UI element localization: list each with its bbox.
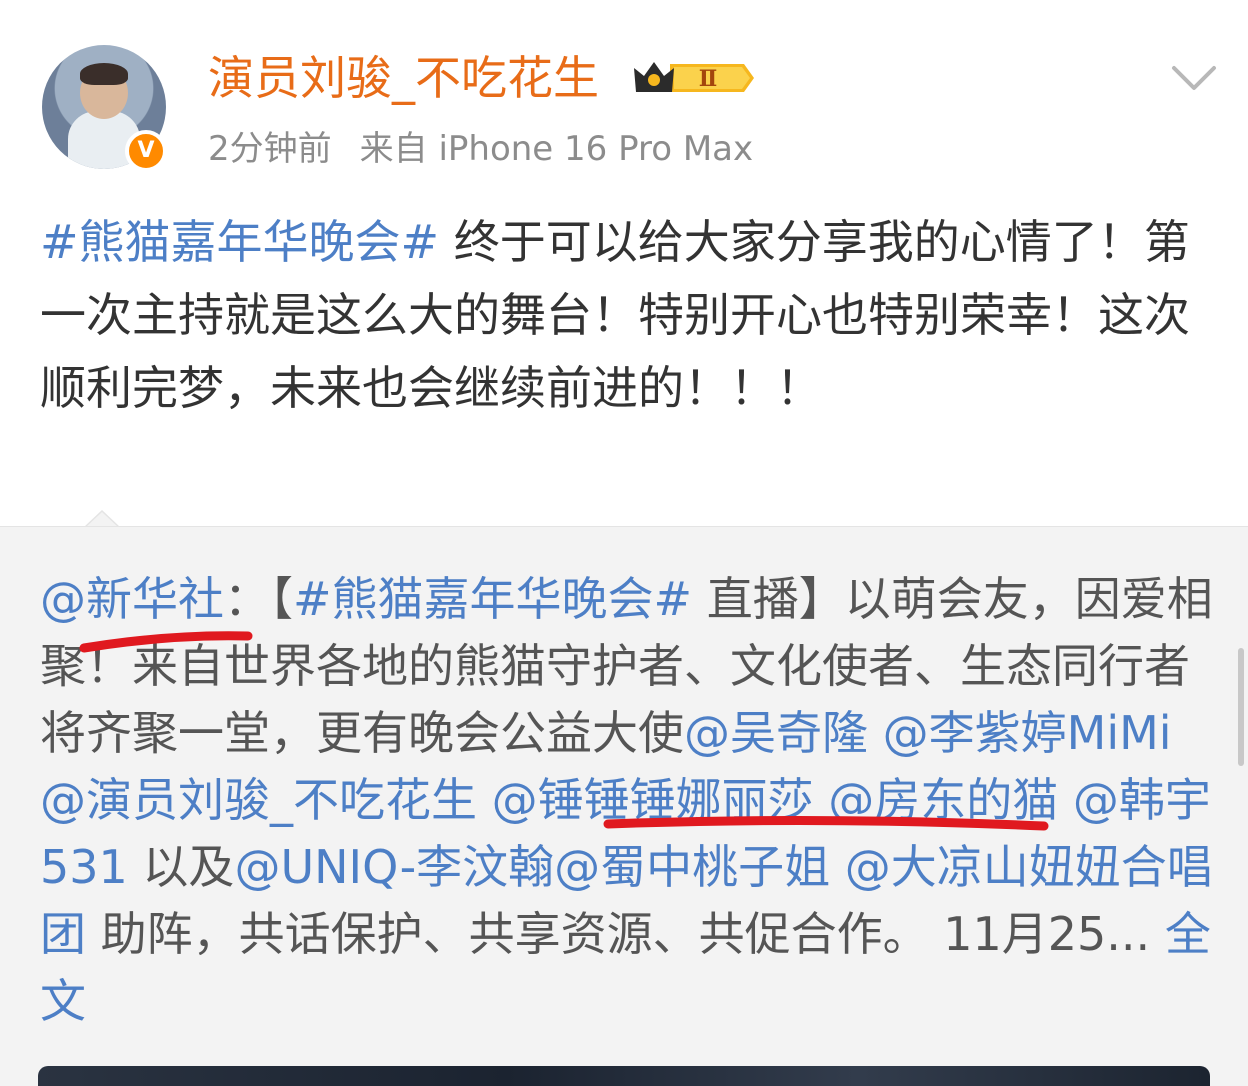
repost-text: @新华社：【#熊猫嘉年华晚会# 直播】以萌会友，因爱相聚！来自世界各地的熊猫守护… [40,566,1215,1035]
mention-link[interactable]: @李紫婷MiMi [883,706,1172,760]
author-name[interactable]: 演员刘骏_不吃花生 [208,50,599,106]
mention-xinhua[interactable]: @新华社 [40,572,224,626]
repost-sep: ：【 [224,572,293,626]
chevron-down-icon[interactable] [1170,58,1218,98]
post-source: 来自 iPhone 16 Pro Max [359,129,754,169]
post-time: 2分钟前 [208,129,332,169]
repost-hashtag-link[interactable]: #熊猫嘉年华晚会# [293,572,692,626]
vip-crown-badge-icon[interactable]: Ⅱ [632,56,754,100]
scrollbar[interactable] [1238,648,1244,766]
post-text: #熊猫嘉年华晚会# 终于可以给大家分享我的心情了！第一次主持就是这么大的舞台！特… [40,206,1210,425]
mention-link[interactable]: @蜀中桃子姐 [554,840,830,894]
mention-link-author[interactable]: @演员刘骏_不吃花生 [40,773,477,827]
vip-level-text: Ⅱ [699,66,718,92]
repost-text-part3: 助阵，共话保护、共享资源、共促合作。 11月25... [86,907,1151,961]
repost-text-part2: 以及 [127,840,235,894]
mention-link[interactable]: @吴奇隆 [684,706,868,760]
post-hashtag-link[interactable]: #熊猫嘉年华晚会# [40,215,439,269]
post-meta: 2分钟前 来自 iPhone 16 Pro Max [208,128,781,170]
mention-link[interactable]: @锤锤锤娜丽莎 [492,773,814,827]
repost-pointer [86,512,118,527]
repost-image-preview[interactable] [38,1066,1210,1086]
verified-badge-icon: V [125,130,167,172]
mention-link[interactable]: @UNIQ-李汶翰 [234,840,554,894]
mention-link[interactable]: @房东的猫 [828,773,1058,827]
avatar-photo-hair [80,63,128,85]
post-card: V 演员刘骏_不吃花生 Ⅱ 2分钟前 来自 iPhone 16 Pro Max #… [0,0,1248,526]
